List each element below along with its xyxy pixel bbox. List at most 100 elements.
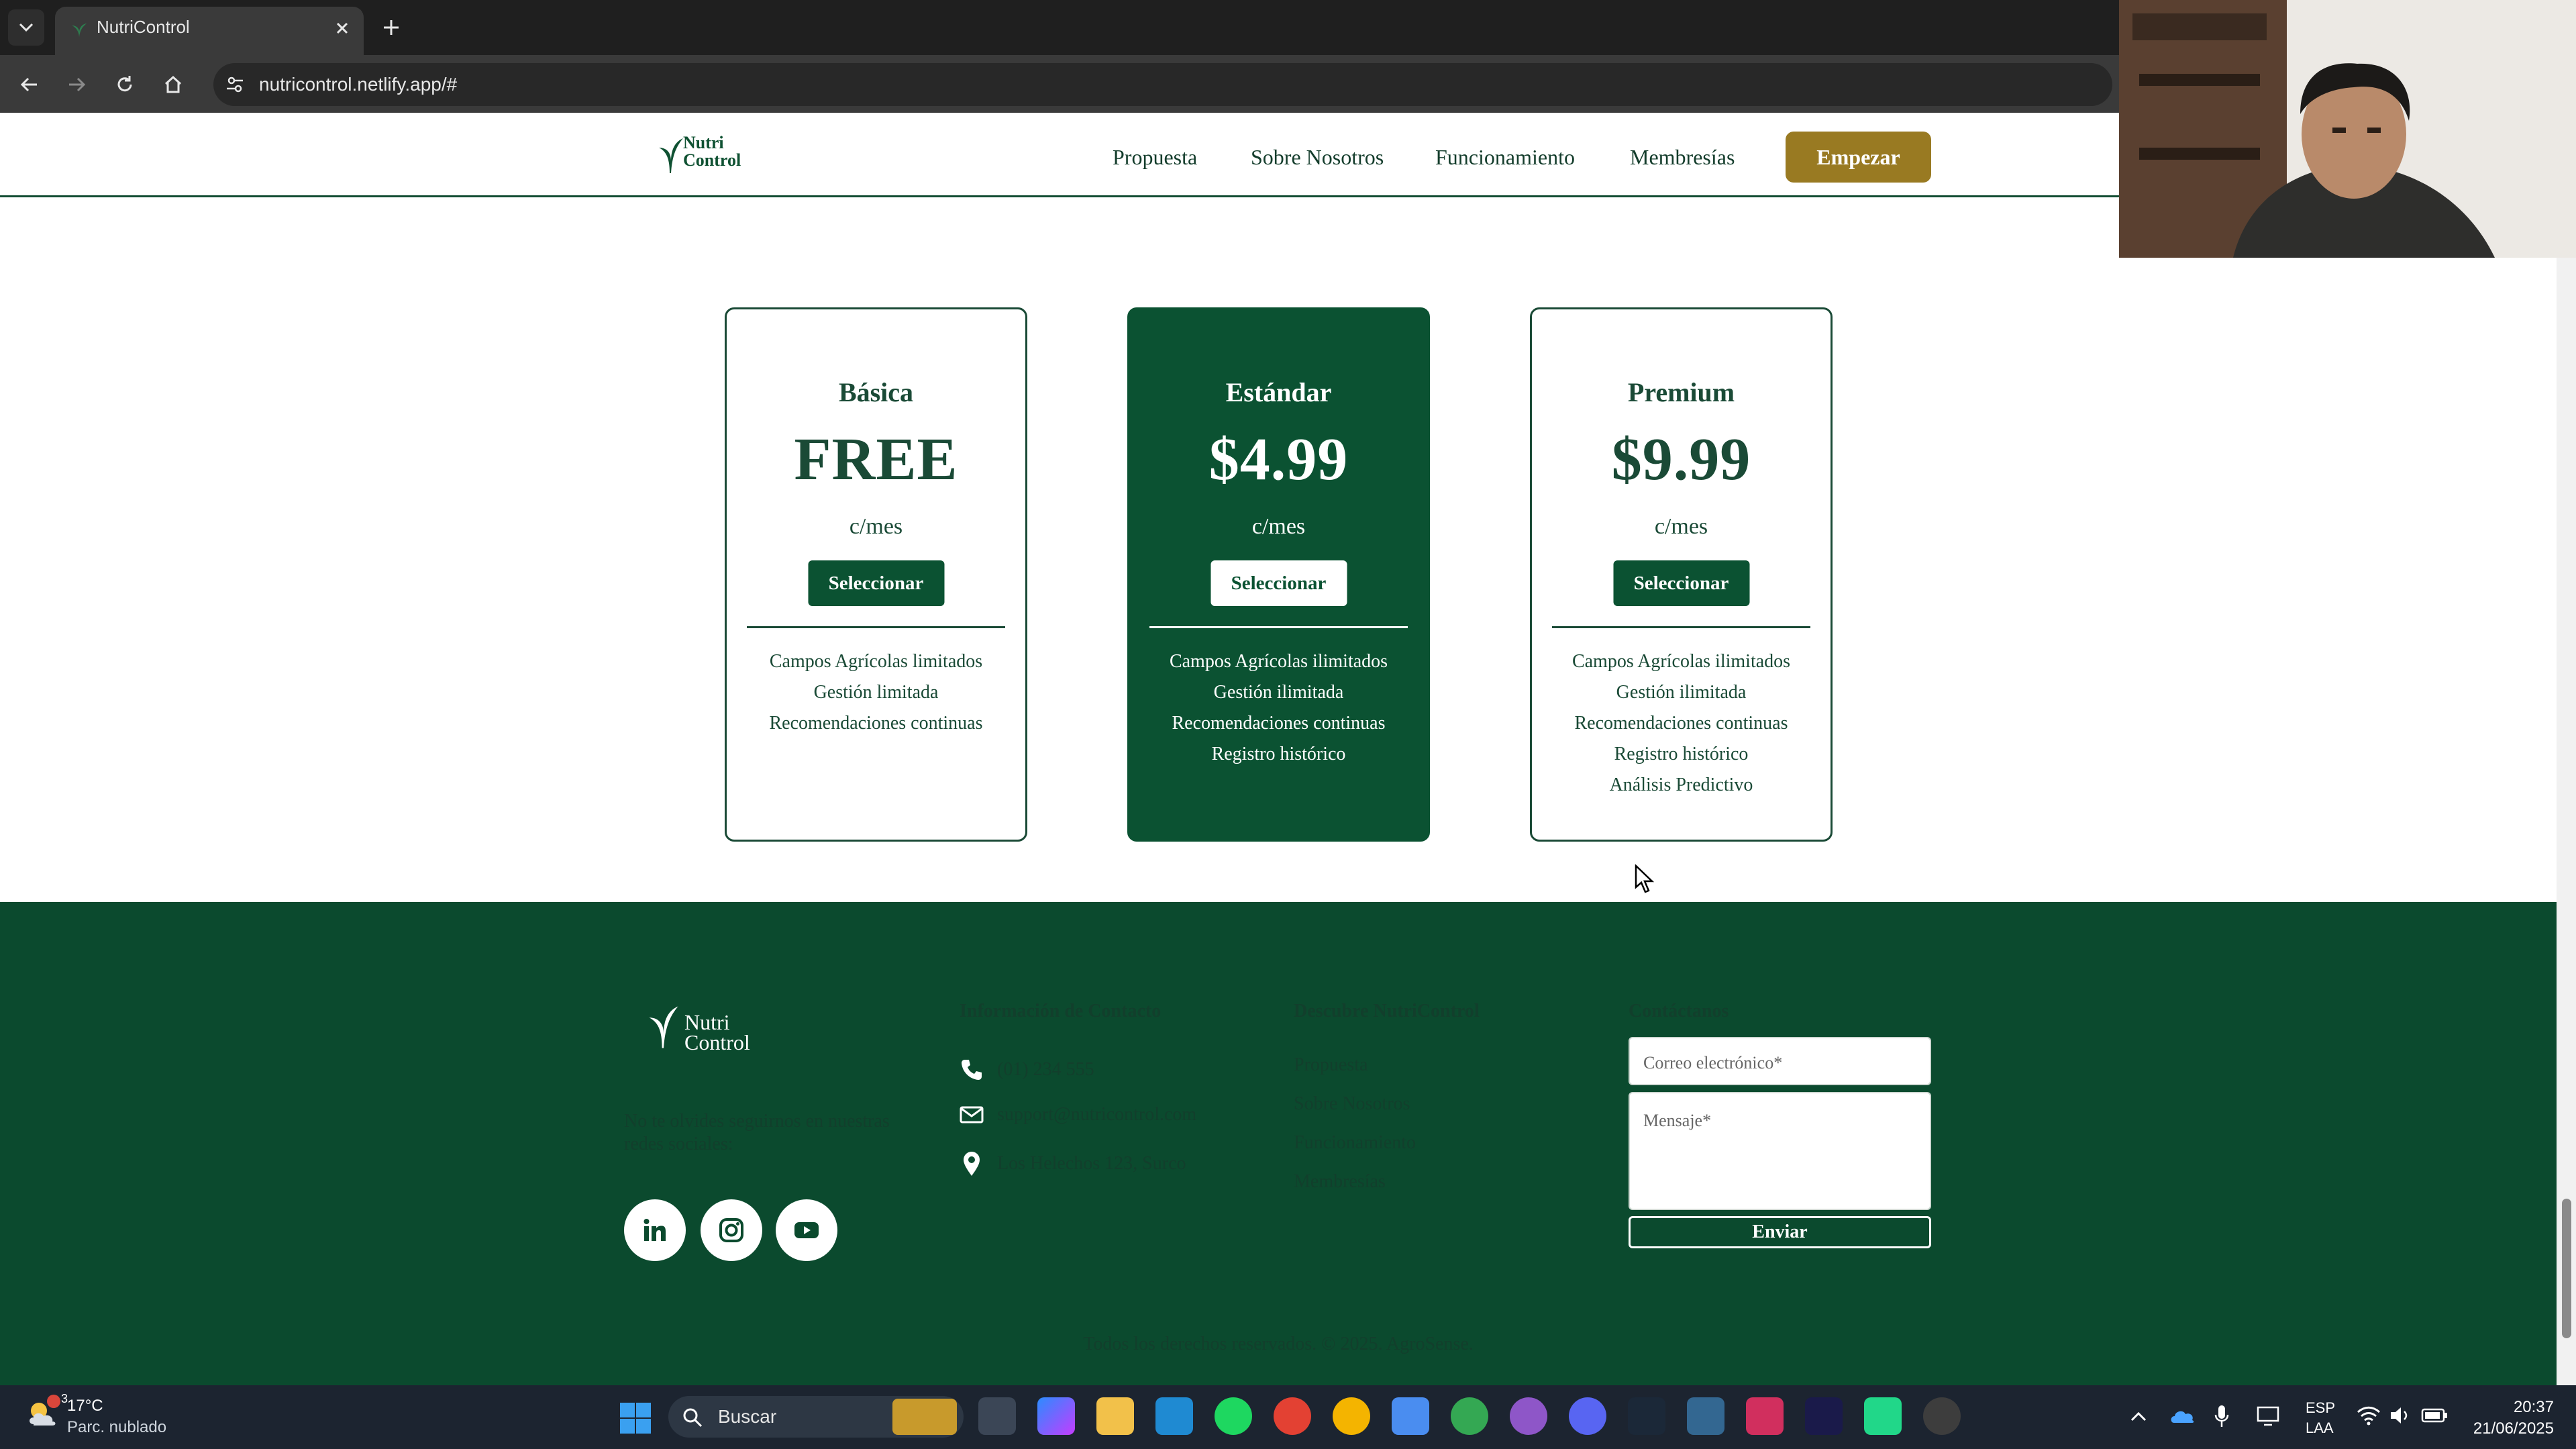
mouse-cursor-icon (1635, 864, 1655, 894)
mail-icon (960, 1106, 984, 1123)
weather-desc: Parc. nublado (67, 1418, 167, 1436)
plan-card-basica: Básica FREE c/mes Seleccionar Campos Agr… (725, 307, 1027, 842)
copyright-text: Todos los derechos reservados. © 2025. A… (1083, 1334, 1474, 1354)
new-tab-button[interactable] (377, 13, 405, 42)
display-icon[interactable] (2256, 1405, 2280, 1427)
contact-phone[interactable]: (01) 234 555 (960, 1058, 1094, 1082)
site-info-button[interactable] (220, 70, 250, 99)
plan-feature: Campos Agrícolas ilimitados (1572, 651, 1791, 672)
url-text[interactable]: nutricontrol.netlify.app/# (259, 71, 457, 98)
wifi-icon[interactable] (2357, 1405, 2381, 1426)
intellij-icon[interactable] (1746, 1397, 1784, 1435)
input-language[interactable]: ESP (2306, 1399, 2335, 1417)
discord-icon[interactable] (1569, 1397, 1606, 1435)
input-layout[interactable]: LAA (2306, 1419, 2334, 1438)
message-field[interactable]: Mensaje* (1629, 1092, 1931, 1210)
plan-feature: Registro histórico (1614, 744, 1749, 764)
copilot-icon[interactable] (1037, 1397, 1075, 1435)
onedrive-icon[interactable] (2169, 1405, 2196, 1426)
github-icon[interactable] (1510, 1397, 1547, 1435)
plan-name: Premium (1627, 377, 1735, 407)
tab-title: NutriControl (97, 17, 190, 37)
chrome-profile-2-icon[interactable] (1451, 1397, 1488, 1435)
select-plan-button[interactable]: Seleccionar (1613, 560, 1749, 606)
clock-date[interactable]: 21/06/2025 (2460, 1419, 2554, 1439)
contact-email[interactable]: support@nutricontrol.com (960, 1103, 1196, 1126)
plan-feature: Gestión ilimitada (1616, 682, 1747, 703)
plan-price: $4.99 (1208, 426, 1349, 493)
chevron-up-icon[interactable] (2130, 1408, 2147, 1426)
footer-link-propuesta[interactable]: Propuesta (1294, 1054, 1368, 1077)
microphone-icon[interactable] (2213, 1404, 2230, 1428)
file-explorer-icon[interactable] (1096, 1397, 1134, 1435)
vscode-icon[interactable] (1155, 1397, 1193, 1435)
volume-icon[interactable] (2389, 1405, 2412, 1426)
reload-icon (117, 76, 132, 92)
plan-feature: Recomendaciones continuas (769, 713, 983, 734)
close-icon (336, 22, 348, 34)
select-plan-button[interactable]: Seleccionar (1210, 560, 1347, 606)
youtube-button[interactable] (776, 1199, 837, 1261)
youtube-icon (794, 1222, 819, 1238)
search-label: Buscar (718, 1406, 777, 1427)
plan-features: Campos Agrícolas ilimitados Gestión ilim… (1129, 646, 1428, 770)
reload-button[interactable] (107, 67, 142, 102)
arrow-left-icon (20, 77, 37, 92)
tab-close-button[interactable] (329, 15, 356, 42)
chrome-profile-icon[interactable] (1333, 1397, 1370, 1435)
plan-divider (1552, 626, 1810, 628)
chrome-icon[interactable] (1274, 1397, 1311, 1435)
plus-icon (384, 20, 399, 35)
scrollbar-thumb[interactable] (2562, 1199, 2571, 1338)
premiere-icon[interactable] (1805, 1397, 1843, 1435)
phone-text: (01) 234 555 (997, 1059, 1094, 1080)
clock-time[interactable]: 20:37 (2460, 1397, 2554, 1417)
sprout-icon (659, 138, 683, 173)
instagram-button[interactable] (701, 1199, 762, 1261)
footer-logo-line-2: Control (684, 1030, 750, 1054)
footer-link-sobre-nosotros[interactable]: Sobre Nosotros (1294, 1093, 1410, 1115)
plan-feature: Campos Agrícolas ilimitados (1169, 651, 1388, 672)
site-footer (0, 902, 2557, 1385)
plan-feature: Análisis Predictivo (1609, 775, 1753, 795)
start-button[interactable] (619, 1401, 652, 1435)
nav-sobre-nosotros[interactable]: Sobre Nosotros (1251, 144, 1384, 170)
forward-button[interactable] (59, 67, 94, 102)
email-field[interactable]: Correo electrónico* (1629, 1037, 1931, 1085)
notepad-icon[interactable] (1392, 1397, 1429, 1435)
steam-icon[interactable] (1628, 1397, 1665, 1435)
nav-funcionamiento[interactable]: Funcionamiento (1435, 144, 1575, 170)
footer-logo-line-1: Nutri (684, 1010, 730, 1034)
plan-features: Campos Agrícolas limitados Gestión limit… (727, 646, 1025, 739)
plan-feature: Campos Agrícolas limitados (769, 651, 983, 672)
spotify-icon[interactable] (1215, 1397, 1252, 1435)
plan-feature: Recomendaciones continuas (1172, 713, 1386, 734)
plan-feature: Gestión ilimitada (1213, 682, 1344, 703)
discover-heading: Descubre NutriControl (1294, 1001, 1480, 1021)
plan-feature: Registro histórico (1211, 744, 1346, 764)
nav-membresias[interactable]: Membresías (1630, 144, 1735, 170)
plan-name: Básica (838, 377, 914, 407)
select-plan-button[interactable]: Seleccionar (808, 560, 944, 606)
empezar-button[interactable]: Empezar (1786, 132, 1931, 183)
send-button[interactable]: Enviar (1629, 1216, 1931, 1248)
chevron-down-icon (19, 23, 34, 32)
pycharm-icon[interactable] (1864, 1397, 1902, 1435)
footer-link-membresias[interactable]: Membresías (1294, 1170, 1386, 1193)
postgres-icon[interactable] (1687, 1397, 1724, 1435)
nav-propuesta[interactable]: Propuesta (1113, 144, 1197, 170)
plan-card-premium: Premium $9.99 c/mes Seleccionar Campos A… (1530, 307, 1833, 842)
site-logo-text: Nutri Control (683, 134, 741, 169)
footer-link-funcionamiento[interactable]: Funcionamiento (1294, 1132, 1416, 1154)
tab-search-button[interactable] (8, 9, 44, 46)
address-text: Los Helechos 123, Surco (997, 1153, 1186, 1174)
linkedin-button[interactable] (624, 1199, 686, 1261)
battery-icon[interactable] (2421, 1407, 2448, 1424)
address-bar[interactable] (213, 63, 2112, 106)
back-button[interactable] (12, 67, 47, 102)
task-view-icon[interactable] (978, 1397, 1016, 1435)
plan-period: c/mes (1654, 514, 1708, 539)
home-button[interactable] (156, 67, 191, 102)
page-scrollbar[interactable] (2557, 113, 2576, 1385)
obs-icon[interactable] (1923, 1397, 1961, 1435)
